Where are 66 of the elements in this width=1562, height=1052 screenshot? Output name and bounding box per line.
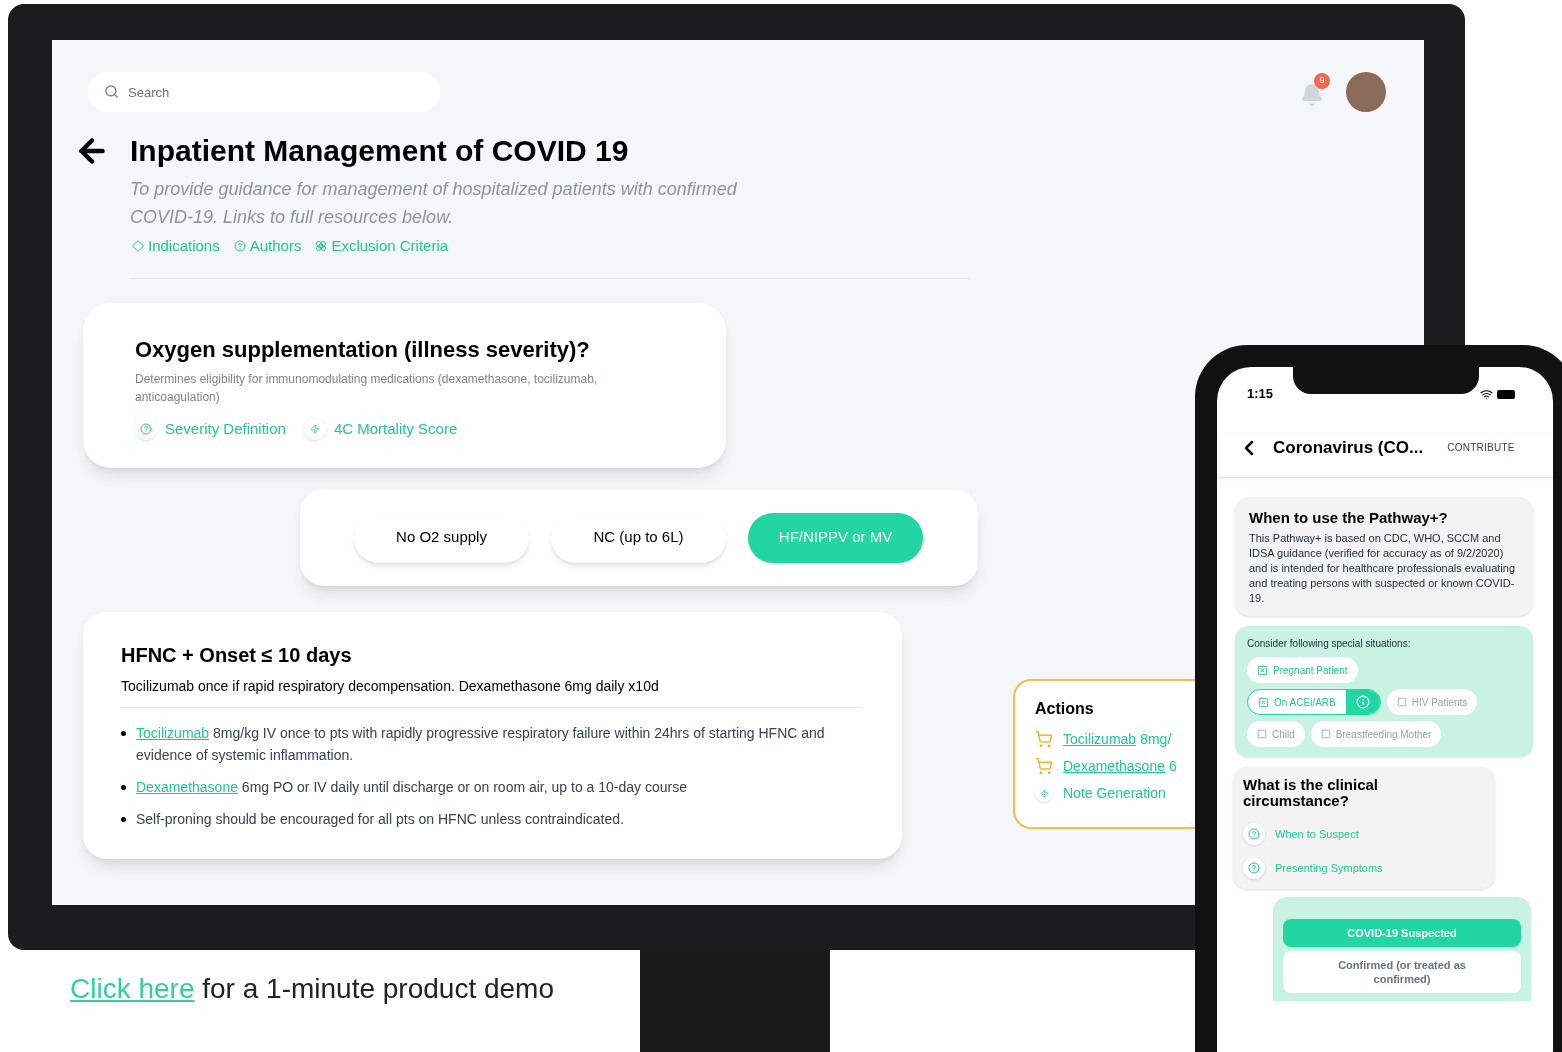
contribute-button[interactable]: CONTRIBUTE — [1447, 440, 1515, 456]
header-link[interactable]: Indications — [132, 235, 220, 258]
avatar[interactable] — [1346, 72, 1386, 112]
situation-chip[interactable]: Breastfeeding Mother — [1310, 721, 1442, 747]
header-link[interactable]: Authors — [233, 235, 302, 258]
page-title: Inpatient Management of COVID 19 — [130, 133, 629, 169]
action-dose: 6 — [1168, 756, 1177, 776]
option-button[interactable]: HF/NIPPV or MV — [748, 512, 923, 563]
checked-box-icon — [1258, 696, 1269, 708]
situation-chip[interactable]: Child — [1247, 721, 1305, 747]
drug-link[interactable]: Tocilizumab — [136, 724, 210, 741]
lightning-icon — [303, 417, 326, 440]
question-mark-icon — [233, 240, 246, 253]
battery-icon — [1497, 389, 1515, 399]
action-dose: 8mg/ — [1140, 729, 1172, 749]
wifi-icon — [1480, 387, 1493, 401]
situations-label: Consider following special situations: — [1247, 637, 1412, 651]
question-title: What is the clinical circumstance? — [1243, 777, 1380, 809]
info-link[interactable]: Severity Definition — [135, 417, 286, 440]
demo-caption: Click here for a 1-minute product demo — [69, 972, 555, 1006]
answer-button[interactable]: Confirmed (or treated as confirmed) — [1283, 951, 1521, 993]
info-icon — [1345, 690, 1380, 714]
cart-icon — [1035, 757, 1053, 775]
drug-link[interactable]: Dexamethasone — [136, 778, 238, 795]
result-title: HFNC + Onset ≤ 10 days — [121, 642, 353, 668]
checked-box-icon — [1257, 664, 1268, 676]
bullet-text: Self-proning should be encouraged for all pts on HFNC unless contraindicated. — [136, 809, 625, 829]
question-title: Oxygen supplementation (illness severity)? — [135, 335, 591, 364]
answer-button[interactable]: COVID-19 Suspected — [1283, 919, 1521, 947]
question-link[interactable]: Presenting Symptoms — [1243, 857, 1485, 879]
flower-icon — [315, 240, 328, 253]
action-link[interactable]: Tocilizumab — [1063, 728, 1137, 750]
situation-chip[interactable]: HIV Patients — [1386, 689, 1478, 715]
page-subtitle: To provide guidance for management of hospitalized patients with confirmed COVID-19. Links to full resources below. — [130, 178, 738, 229]
info-title: When to use the Pathway+? — [1249, 507, 1449, 528]
question-mark-icon — [1243, 857, 1265, 879]
option-button[interactable]: NC (up to 6L) — [551, 512, 726, 563]
question-mark-icon — [1243, 823, 1265, 845]
situation-chip[interactable]: On ACEi/ARB — [1247, 689, 1381, 715]
header-link[interactable]: Exclusion Criteria — [315, 235, 449, 258]
search-icon — [104, 84, 119, 99]
lightning-icon — [1035, 784, 1053, 802]
option-button[interactable]: No O2 supply — [354, 512, 529, 563]
question-mark-icon — [135, 417, 157, 440]
cart-icon — [1035, 730, 1053, 748]
question-link[interactable]: When to Suspect — [1243, 823, 1485, 845]
checkbox-icon — [1396, 697, 1407, 707]
situation-chip[interactable]: Pregnant Patient — [1247, 657, 1358, 683]
diamond-icon — [132, 240, 144, 253]
question-description: Determines eligibility for immunomodulating medications (dexamethasone, tocilizumab, anticoagulation) — [135, 370, 599, 406]
info-link[interactable]: 4C Mortality Score — [303, 417, 458, 440]
bullet-text: Tocilizumab 8mg/kg IV once to pts with rapidly progressive respiratory failure within 24hrs of starting HFNC and evidence of systemic inflammation. — [136, 723, 826, 765]
info-body: This Pathway+ is based on CDC, WHO, SCCM and IDSA guidance (verified for accuracy as of 9/2/2020) and is intended for healthcare professionals evaluating and treating persons with suspected or known COVID-19. — [1249, 531, 1516, 606]
result-summary: Tocilizumab once if rapid respiratory decompensation. Dexamethasone 6mg daily x10d — [121, 676, 660, 696]
action-link[interactable]: Note Generation — [1063, 782, 1166, 804]
bullet-text: Dexamethasone 6mg PO or IV daily until discharge or on room air, up to a 10-day course — [136, 777, 688, 797]
notification-badge: 9 — [1314, 73, 1330, 89]
phone-title: Coronavirus (CO... — [1273, 437, 1424, 459]
status-time: 1:15 — [1247, 385, 1274, 404]
demo-link[interactable]: Click here — [70, 973, 195, 1004]
search-field[interactable]: Search — [88, 72, 440, 112]
actions-title: Actions — [1035, 698, 1095, 719]
bell-icon[interactable] — [1300, 83, 1324, 107]
checkbox-icon — [1257, 729, 1267, 739]
checkbox-icon — [1320, 729, 1331, 739]
action-link[interactable]: Dexamethasone — [1063, 755, 1165, 777]
